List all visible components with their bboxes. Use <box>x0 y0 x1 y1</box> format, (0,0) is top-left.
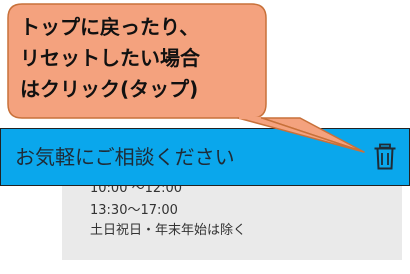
reset-button[interactable] <box>373 143 397 171</box>
callout-text: トップに戻ったり、 リセットしたい場合 はクリック(タップ) <box>20 12 200 105</box>
callout-line-1: トップに戻ったり、 <box>20 15 200 39</box>
trash-icon <box>373 143 397 171</box>
hours-afternoon: 13:30〜17:00 <box>90 203 178 218</box>
chat-header: お気軽にご相談ください <box>0 128 410 186</box>
business-hours-box: 10:00 〜12:00 13:30〜17:00 土日祝日・年末年始は除く <box>62 181 402 260</box>
hours-closed-days: 土日祝日・年末年始は除く <box>90 223 247 238</box>
callout-line-2: リセットしたい場合 <box>20 46 200 70</box>
chat-title: お気軽にご相談ください <box>15 145 235 169</box>
callout-line-3: はクリック(タップ) <box>20 77 199 101</box>
